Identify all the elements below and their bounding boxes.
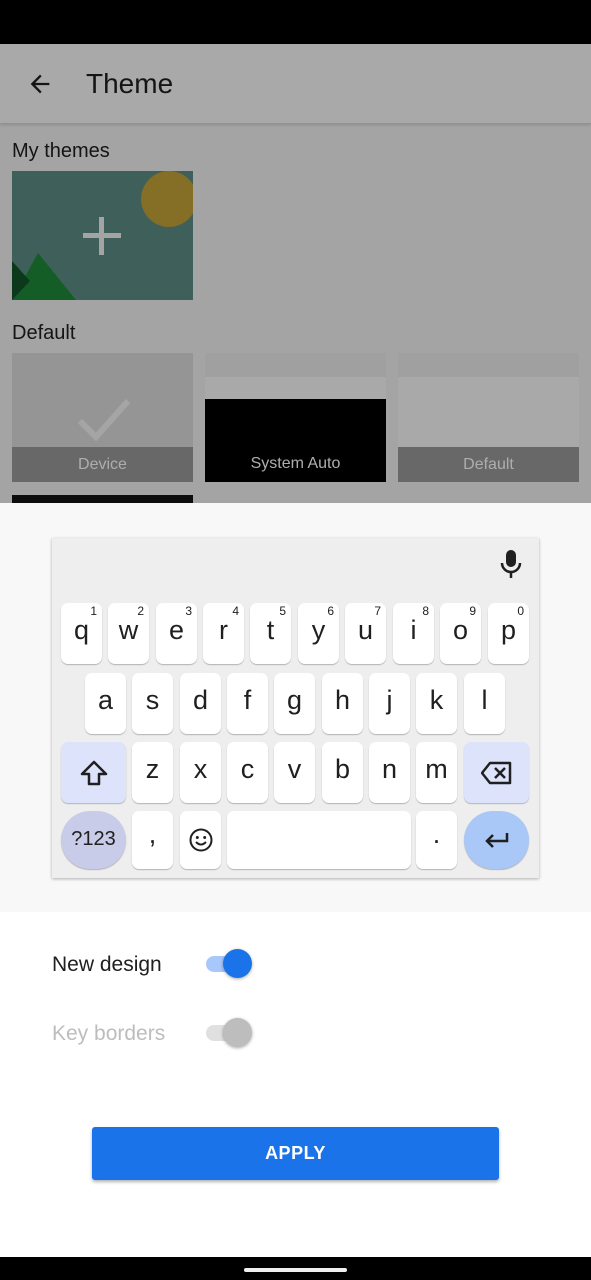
shift-key[interactable]: [61, 742, 126, 803]
key-j[interactable]: j: [369, 673, 410, 734]
key-w[interactable]: 2w: [108, 603, 149, 664]
key-x[interactable]: x: [180, 742, 221, 803]
key-q[interactable]: 1q: [61, 603, 102, 664]
key-z[interactable]: z: [132, 742, 173, 803]
key-n[interactable]: n: [369, 742, 410, 803]
key-d[interactable]: d: [180, 673, 221, 734]
key-u[interactable]: 7u: [345, 603, 386, 664]
enter-icon: [484, 833, 508, 848]
key-s[interactable]: s: [132, 673, 173, 734]
emoji-key[interactable]: [180, 811, 221, 869]
home-handle[interactable]: [244, 1268, 347, 1272]
navigation-bar: [0, 1257, 591, 1280]
shift-icon: [80, 760, 107, 785]
key-a[interactable]: a: [85, 673, 126, 734]
key-l[interactable]: l: [464, 673, 505, 734]
period-key[interactable]: .: [416, 811, 457, 869]
key-e[interactable]: 3e: [156, 603, 197, 664]
backspace-key[interactable]: [464, 742, 529, 803]
key-y[interactable]: 6y: [298, 603, 339, 664]
backspace-icon: [480, 761, 511, 784]
key-k[interactable]: k: [416, 673, 457, 734]
keyboard-preview: 1q 2w 3e 4r 5t 6y 7u 8i 9o 0p a s d f g …: [52, 538, 539, 878]
key-c[interactable]: c: [227, 742, 268, 803]
key-i[interactable]: 8i: [393, 603, 434, 664]
key-borders-toggle[interactable]: [204, 1016, 252, 1048]
comma-key[interactable]: ,: [132, 811, 173, 869]
key-o[interactable]: 9o: [440, 603, 481, 664]
mic-icon[interactable]: [500, 550, 522, 578]
emoji-icon: [189, 828, 212, 852]
key-p[interactable]: 0p: [488, 603, 529, 664]
new-design-toggle[interactable]: [204, 947, 252, 979]
key-t[interactable]: 5t: [250, 603, 291, 664]
new-design-label: New design: [52, 953, 162, 976]
status-bar: [0, 0, 591, 44]
key-f[interactable]: f: [227, 673, 268, 734]
keyboard-preview-area: 1q 2w 3e 4r 5t 6y 7u 8i 9o 0p a s d f g …: [0, 503, 591, 912]
key-g[interactable]: g: [274, 673, 315, 734]
key-r[interactable]: 4r: [203, 603, 244, 664]
key-v[interactable]: v: [274, 742, 315, 803]
scrim: [0, 44, 591, 504]
apply-button[interactable]: APPLY: [92, 1127, 499, 1180]
theme-preview-sheet: 1q 2w 3e 4r 5t 6y 7u 8i 9o 0p a s d f g …: [0, 503, 591, 1257]
key-b[interactable]: b: [322, 742, 363, 803]
key-borders-label: Key borders: [52, 1022, 166, 1045]
enter-key[interactable]: [464, 811, 529, 869]
key-m[interactable]: m: [416, 742, 457, 803]
space-key[interactable]: [227, 811, 411, 869]
symbols-key[interactable]: ?123: [61, 811, 126, 869]
key-h[interactable]: h: [322, 673, 363, 734]
theme-page-background: Theme My themes Default Device System Au…: [0, 44, 591, 504]
